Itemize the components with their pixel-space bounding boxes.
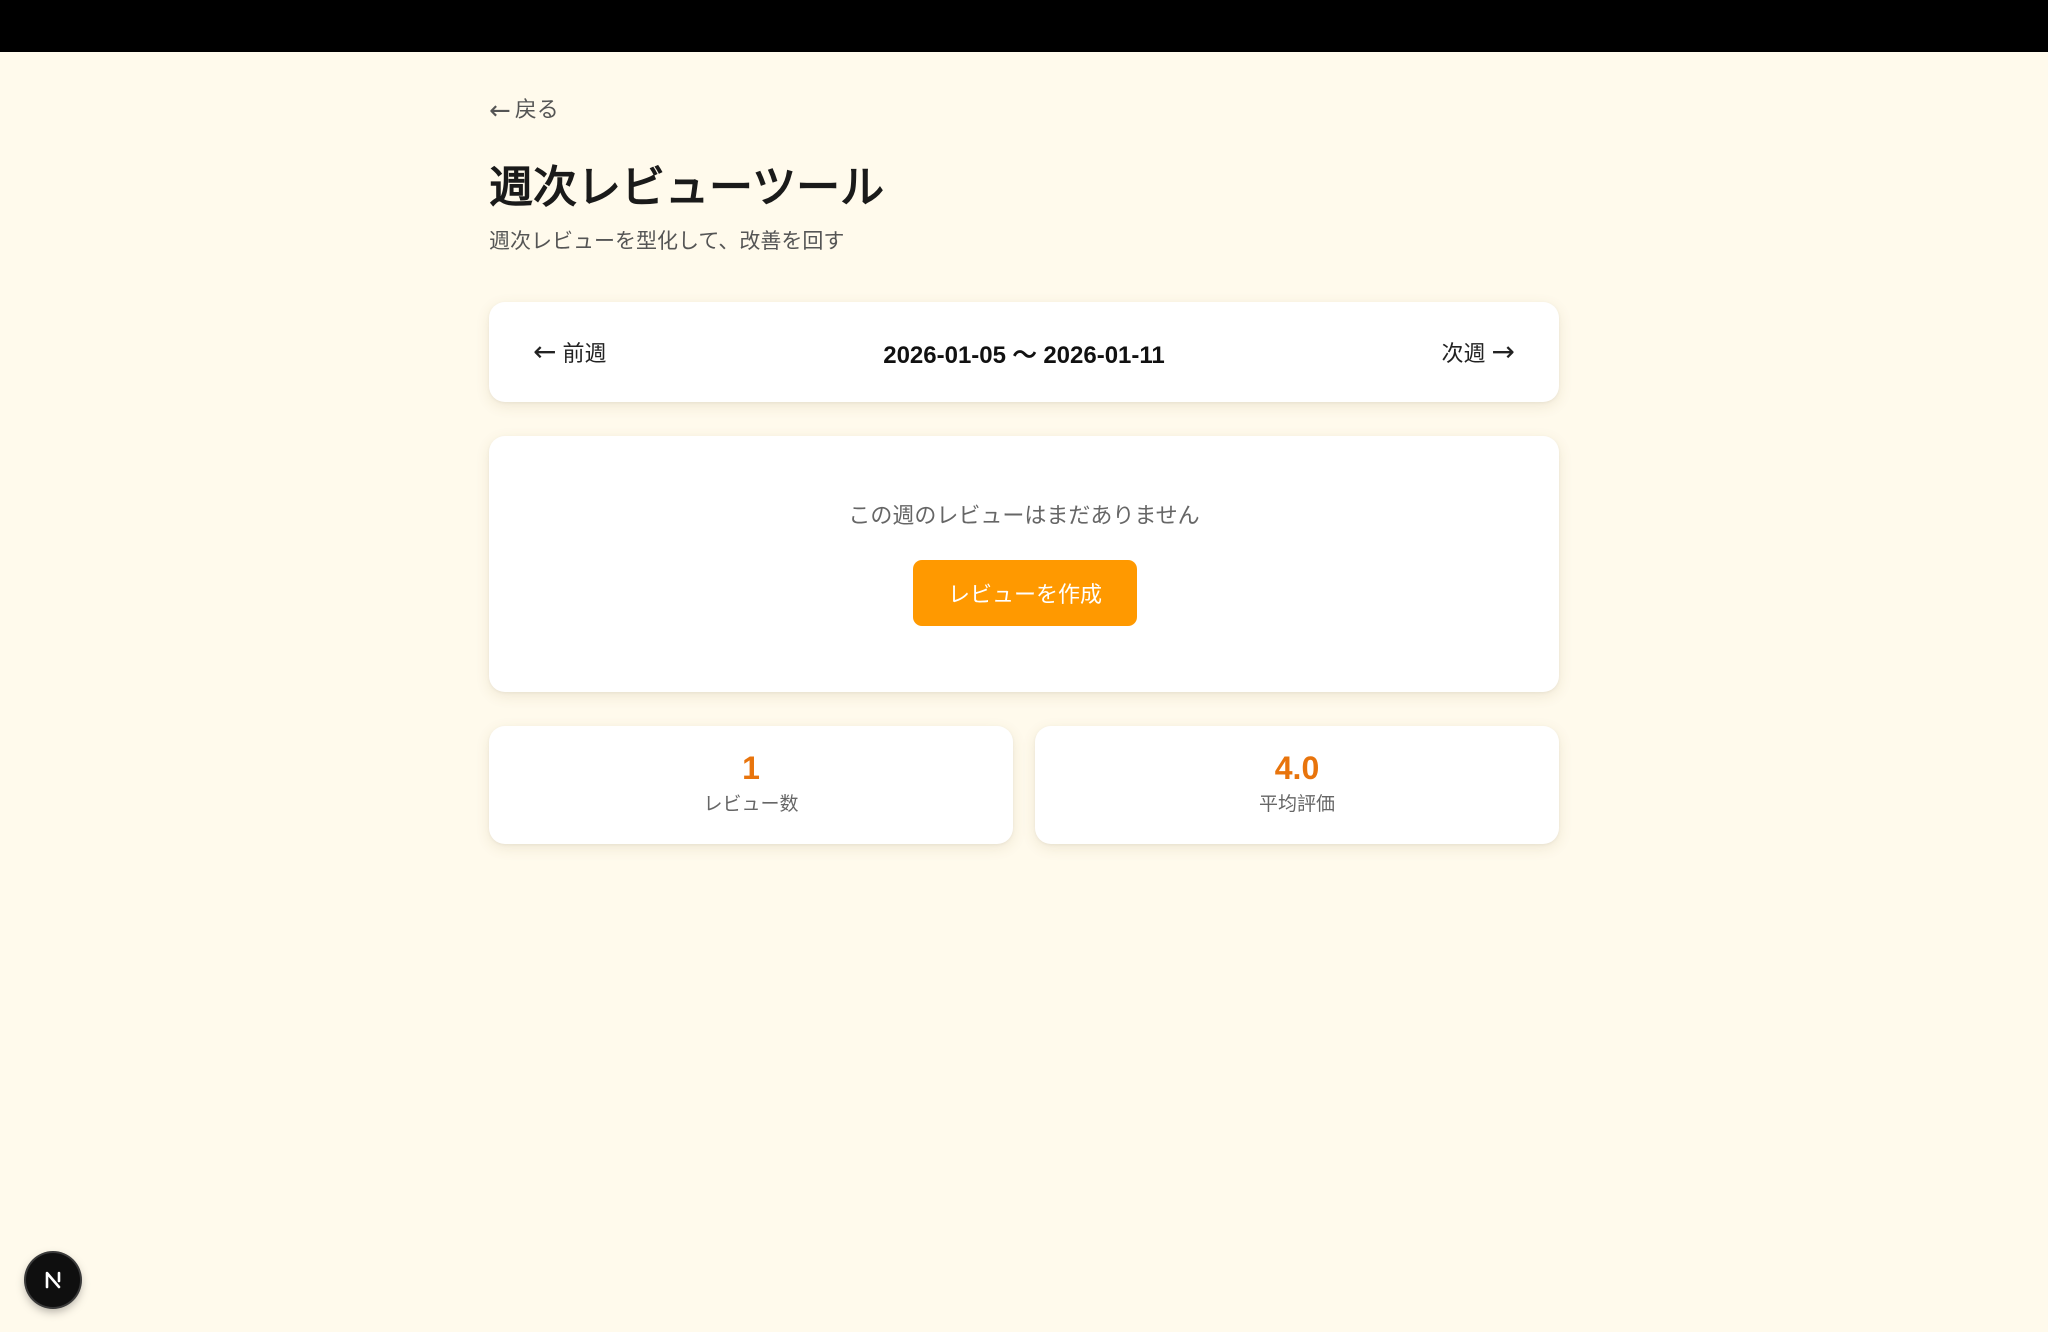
arrow-right-icon: → xyxy=(1491,335,1515,368)
page-subtitle: 週次レビューを型化して、改善を回す xyxy=(489,229,845,253)
nextjs-dev-badge[interactable] xyxy=(26,1253,80,1307)
next-week-button[interactable]: 次週 → xyxy=(1442,302,1515,402)
arrow-left-icon: ← xyxy=(533,335,557,368)
week-range-label: 2026-01-05 〜 2026-01-11 xyxy=(883,341,1165,369)
page-title: 週次レビューツール xyxy=(489,162,885,213)
average-rating-value: 4.0 xyxy=(1274,750,1320,786)
arrow-left-icon: ← xyxy=(489,96,511,126)
week-navigator: 2026-01-05 〜 2026-01-11 ← 前週 次週 → xyxy=(489,302,1559,402)
top-bar xyxy=(0,0,2048,52)
previous-week-label: 前週 xyxy=(562,342,607,367)
back-link[interactable]: ← 戻る xyxy=(489,96,559,126)
empty-review-card: この週のレビューはまだありません レビューを作成 xyxy=(489,436,1559,692)
create-review-button[interactable]: レビューを作成 xyxy=(913,560,1137,626)
empty-state-message: この週のレビューはまだありません xyxy=(848,504,1200,529)
stat-card-review-count: 1 レビュー数 xyxy=(489,726,1013,844)
stat-card-average-rating: 4.0 平均評価 xyxy=(1035,726,1559,844)
previous-week-button[interactable]: ← 前週 xyxy=(533,302,606,402)
nextjs-logo-icon xyxy=(45,1271,61,1289)
review-count-value: 1 xyxy=(742,750,760,786)
average-rating-label: 平均評価 xyxy=(1258,793,1335,815)
next-week-label: 次週 xyxy=(1441,342,1486,367)
back-label: 戻る xyxy=(514,98,559,123)
review-count-label: レビュー数 xyxy=(703,793,799,815)
